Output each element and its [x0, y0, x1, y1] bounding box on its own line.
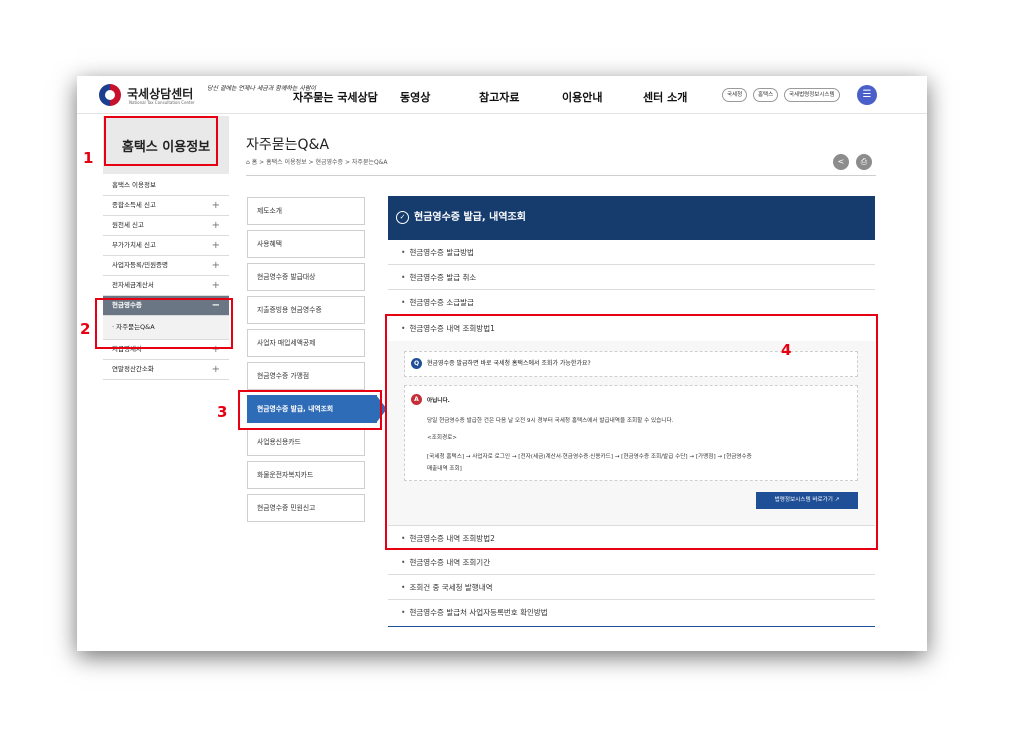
annotation-box-1 — [104, 116, 218, 166]
content-title: 현금영수증 발급, 내역조회 — [414, 212, 526, 223]
sidebar-item-business-registration[interactable]: 사업자등록/민원증명 + — [103, 256, 229, 276]
annotation-box-2 — [95, 298, 233, 349]
nav-guide[interactable]: 이용안내 — [562, 89, 602, 105]
check-circle-icon: ✓ — [396, 211, 409, 224]
nav-reference[interactable]: 참고자료 — [479, 89, 519, 105]
faq-item[interactable]: • 현금영수증 내역 조회기간 — [388, 550, 875, 575]
tab-benefits[interactable]: 사용혜택 — [247, 230, 365, 258]
taegeuk-logo-icon[interactable] — [99, 84, 121, 106]
logo-subtitle: National Tax Consultation Center — [129, 100, 195, 105]
plus-icon: + — [211, 220, 220, 231]
plus-icon: + — [211, 260, 220, 271]
tab-freight-card[interactable]: 화물운전자복지카드 — [247, 461, 365, 489]
title-divider — [246, 175, 876, 176]
annotation-number-1: 1 — [83, 149, 94, 167]
annotation-box-4 — [385, 314, 878, 550]
sidebar-item-year-end[interactable]: 연말정산간소화 + — [103, 360, 229, 380]
pill-nts[interactable]: 국세청 — [722, 88, 748, 102]
content-header: ✓ 현금영수증 발급, 내역조회 — [388, 196, 875, 240]
annotation-number-2: 2 — [80, 320, 91, 338]
faq-item[interactable]: • 현금영수증 발급 취소 — [388, 265, 875, 290]
plus-icon: + — [211, 280, 220, 291]
faq-item[interactable]: • 조회건 중 국세청 발행내역 — [388, 575, 875, 600]
annotation-number-4: 4 — [781, 341, 792, 359]
breadcrumb[interactable]: ⌂ 홈 > 홈택스 이용정보 > 현금영수증 > 자주묻는Q&A — [246, 157, 388, 166]
tab-business-card[interactable]: 사업용신용카드 — [247, 428, 365, 456]
annotation-number-3: 3 — [217, 403, 228, 421]
annotation-box-3 — [238, 390, 382, 430]
sidebar-item-e-invoice[interactable]: 전자세금계산서 + — [103, 276, 229, 296]
tab-system-intro[interactable]: 제도소개 — [247, 197, 365, 225]
pill-law-system[interactable]: 국세법령정보시스템 — [784, 88, 840, 102]
nav-faq[interactable]: 자주묻는 국세상담 — [293, 89, 378, 105]
category-tabs: 제도소개 사용혜택 현금영수증 발급대상 지출증빙용 현금영수증 사업자 매입세… — [247, 197, 387, 527]
plus-icon: + — [211, 240, 220, 251]
sidebar-item-withholding[interactable]: 원천세 신고 + — [103, 216, 229, 236]
sidebar-item-income-tax[interactable]: 종합소득세 신고 + — [103, 196, 229, 216]
faq-item[interactable]: • 현금영수증 소급발급 — [388, 290, 875, 315]
pill-hometax[interactable]: 홈택스 — [753, 88, 779, 102]
plus-icon: + — [211, 200, 220, 211]
tab-expense-proof[interactable]: 지출증빙용 현금영수증 — [247, 296, 365, 324]
logo-script: 당신 곁에는 언제나 세금과 함께하는 사람이 — [207, 85, 316, 92]
site-header: 국세상담센터 National Tax Consultation Center … — [77, 76, 927, 114]
tab-merchant[interactable]: 현금영수증 가맹점 — [247, 362, 365, 390]
share-icon[interactable]: < — [833, 154, 849, 170]
faq-item[interactable]: • 현금영수증 발급처 사업자등록번호 확인방법 — [388, 600, 875, 625]
tab-issuance-target[interactable]: 현금영수증 발급대상 — [247, 263, 365, 291]
content-bottom-border — [388, 626, 875, 627]
tab-complaint[interactable]: 현금영수증 민원신고 — [247, 494, 365, 522]
sidebar-item-hometax-info[interactable]: 홈택스 이용정보 — [103, 176, 229, 196]
print-icon[interactable]: ⎙ — [856, 154, 872, 170]
page-title: 자주묻는Q&A — [246, 137, 330, 153]
plus-icon: + — [211, 364, 220, 375]
faq-item[interactable]: • 현금영수증 발급방법 — [388, 240, 875, 265]
nav-about[interactable]: 센터 소개 — [643, 89, 687, 105]
tab-input-tax-credit[interactable]: 사업자 매입세액공제 — [247, 329, 365, 357]
nav-video[interactable]: 동영상 — [400, 89, 430, 105]
sidebar-item-vat[interactable]: 부가가치세 신고 + — [103, 236, 229, 256]
sidebar-menu: 홈택스 이용정보 종합소득세 신고 + 원천세 신고 + 부가가치세 신고 + 사업자… — [103, 176, 229, 380]
page-frame: 국세상담센터 National Tax Consultation Center … — [77, 76, 927, 651]
hamburger-icon[interactable]: ☰ — [857, 85, 877, 105]
